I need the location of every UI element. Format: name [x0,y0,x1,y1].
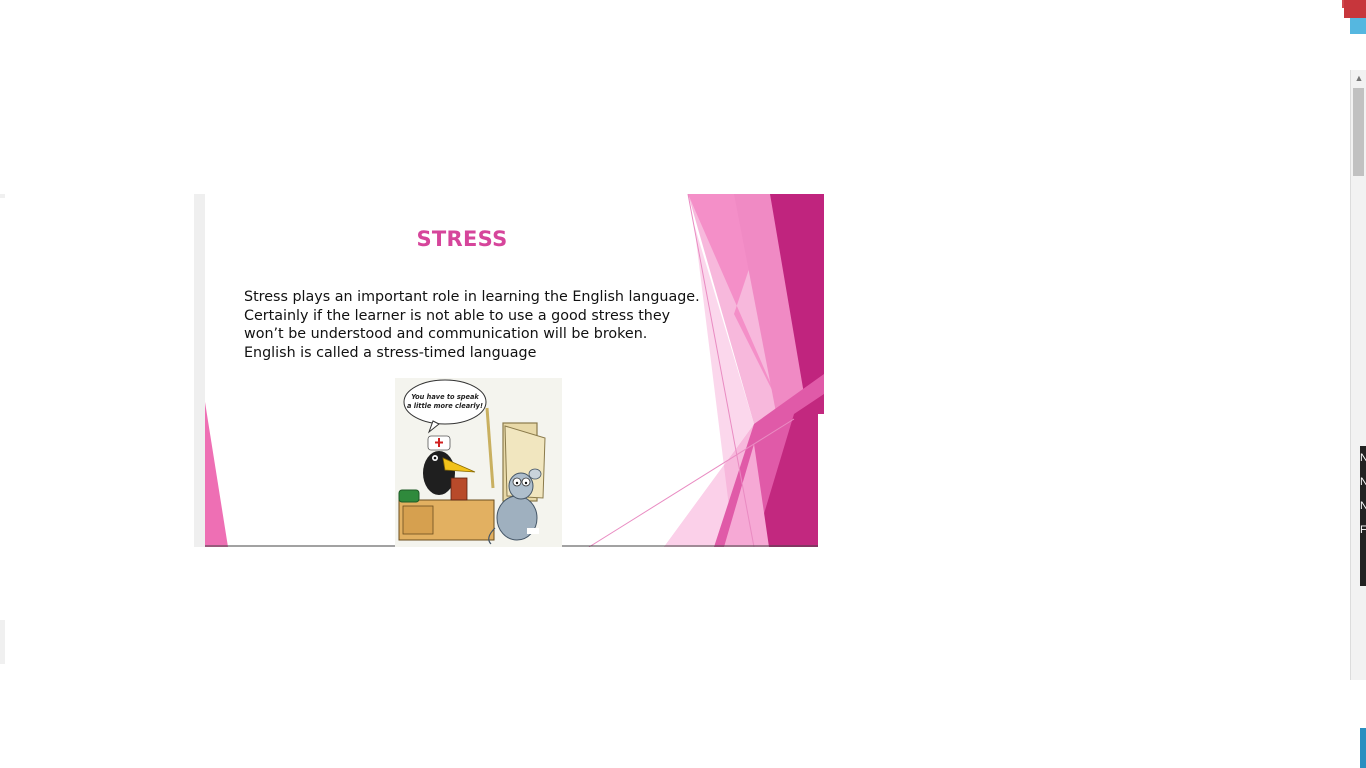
presentation-slide[interactable]: STRESS Stress plays an important role in… [194,194,824,547]
scroll-thumb[interactable] [1353,88,1364,176]
body-line: Certainly if the learner is not able to … [244,307,671,324]
left-edge-marker [0,620,5,664]
body-line: Stress plays an important role in learni… [244,289,700,305]
window-corner-fragment [1344,0,1366,18]
side-panel-fragment: N N N F [1360,446,1366,586]
taskbar-fragment [1360,728,1366,768]
panel-letter: N [1360,476,1366,488]
slide-title: STRESS [416,227,508,251]
slide-body-text: Stress plays an important role in learni… [244,288,704,362]
scroll-up-arrow-icon[interactable]: ▲ [1351,70,1366,86]
panel-letter: N [1360,452,1366,464]
window-corner-fragment [1350,18,1366,34]
speech-bubble-line: You have to speak [411,393,479,401]
cartoon-image: You have to speak a little more clearly! [395,378,562,547]
left-edge-marker [0,194,5,198]
panel-letter: F [1360,524,1366,536]
vertical-scrollbar[interactable]: ▲ [1350,70,1366,680]
body-line: English is called a stress-timed languag… [244,344,537,361]
speech-bubble-line: a little more clearly! [407,402,483,410]
viewer-page: STRESS Stress plays an important role in… [0,0,1366,768]
body-line: won’t be understood and communication wi… [244,326,648,343]
panel-letter: N [1360,500,1366,512]
